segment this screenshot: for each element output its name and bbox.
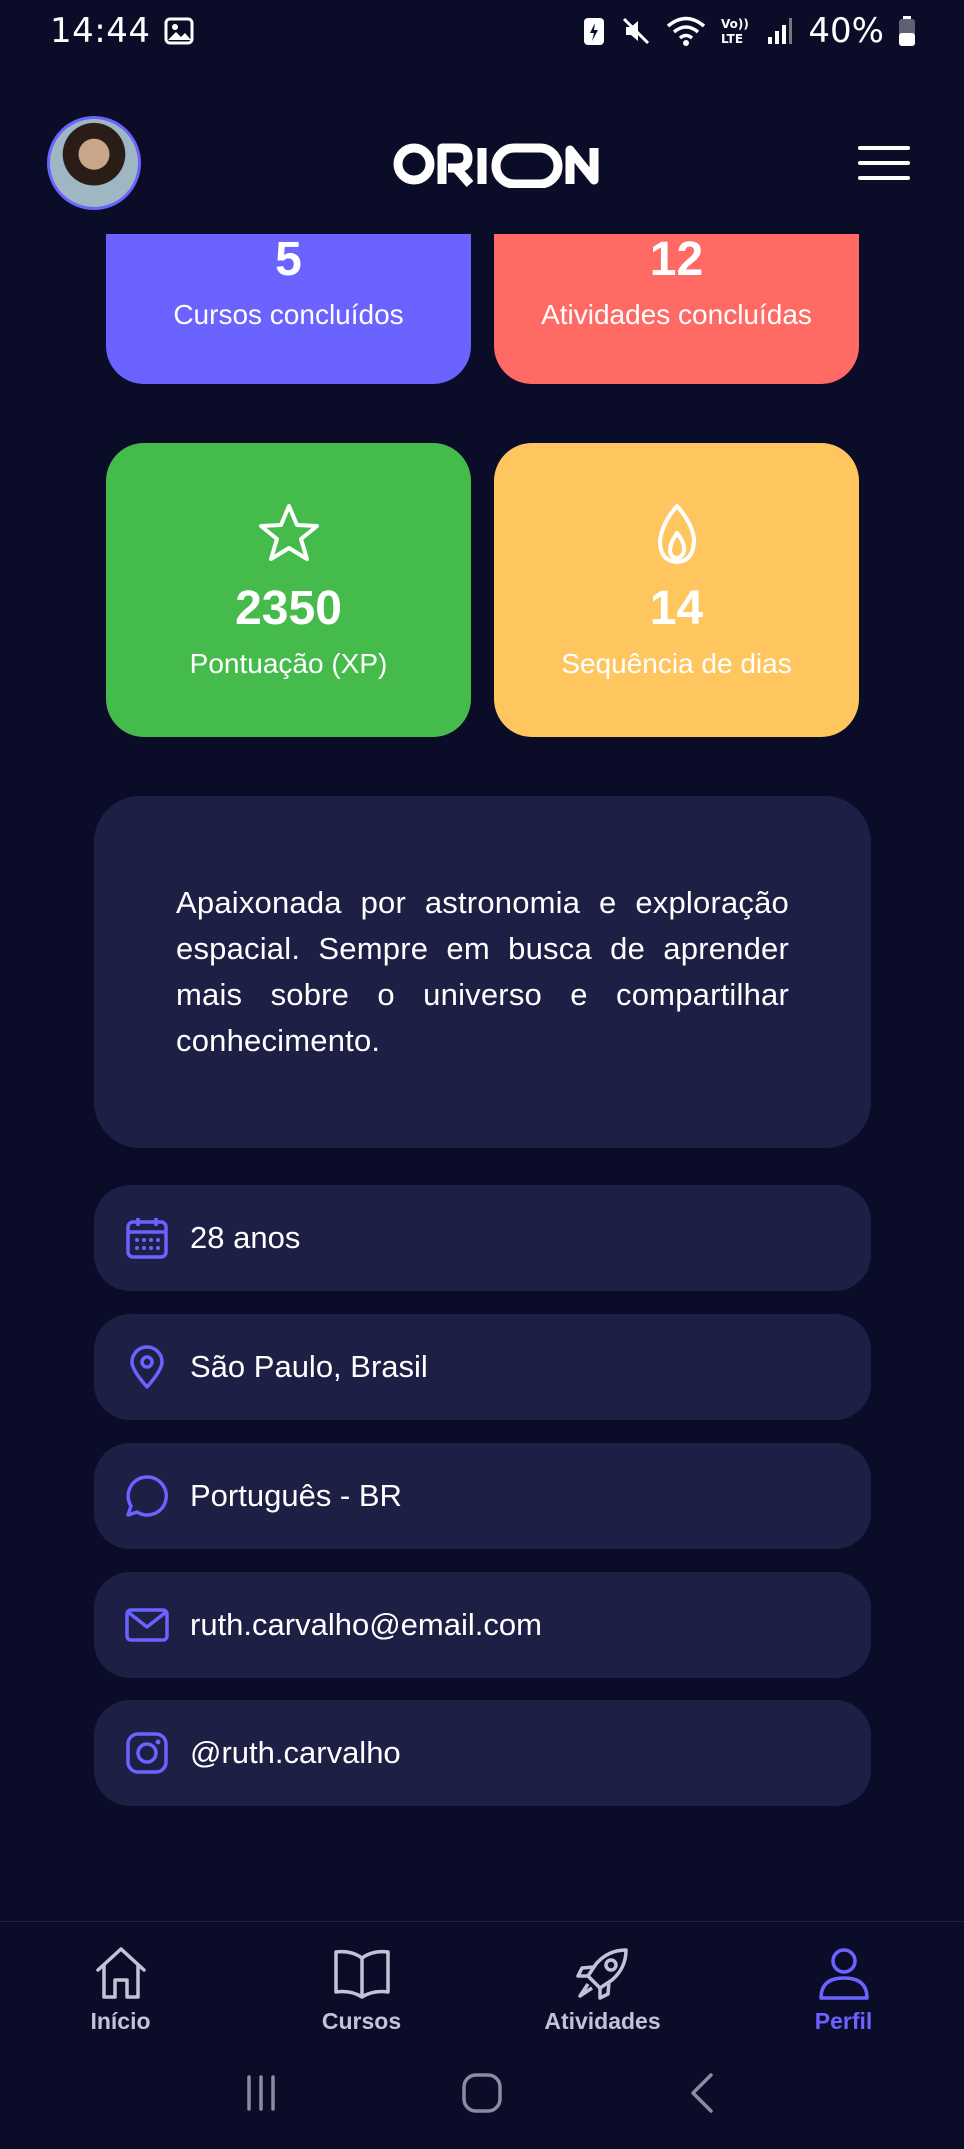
info-instagram-text[interactable]: @ruth.carvalho xyxy=(190,1735,401,1771)
bottom-nav: Início Cursos Atividades Perfil xyxy=(0,1921,964,2041)
signal-icon xyxy=(766,16,794,46)
bio-card: Apaixonada por astronomia e exploração e… xyxy=(94,796,871,1148)
info-row-instagram: @ruth.carvalho xyxy=(94,1700,871,1806)
battery-icon xyxy=(898,15,916,47)
points-label: Pontuação (XP) xyxy=(189,647,388,679)
battery-percent: 40% xyxy=(808,11,884,51)
battery-saver-icon xyxy=(582,15,606,47)
user-icon xyxy=(813,1942,875,2004)
menu-button[interactable] xyxy=(858,146,910,180)
status-bar: 14:44 Vo)) LTE 40% xyxy=(0,0,964,62)
info-email-text[interactable]: ruth.carvalho@email.com xyxy=(190,1607,542,1643)
instagram-icon xyxy=(124,1730,170,1776)
recent-apps-icon[interactable] xyxy=(239,2071,283,2120)
activities-completed-card: 12 Atividades concluídas xyxy=(494,233,859,384)
status-right: Vo)) LTE 40% xyxy=(582,11,916,51)
nav-item-inicio[interactable]: Início xyxy=(0,1922,241,2041)
book-icon xyxy=(331,1942,393,2004)
orion-logo xyxy=(392,140,600,189)
star-icon xyxy=(256,501,322,567)
volte-icon: Vo)) LTE xyxy=(720,15,752,47)
info-row-language: Português - BR xyxy=(94,1443,871,1549)
nav-label-cursos: Cursos xyxy=(321,2008,402,2034)
wifi-icon xyxy=(666,15,706,47)
info-location-text: São Paulo, Brasil xyxy=(190,1349,428,1384)
bio-text: Apaixonada por astronomia e exploração e… xyxy=(176,885,789,1058)
points-value: 2350 xyxy=(235,581,342,635)
avatar[interactable] xyxy=(47,116,141,210)
flame-icon xyxy=(644,501,710,567)
mute-icon xyxy=(620,15,652,47)
courses-completed-value: 5 xyxy=(275,233,302,286)
status-left: 14:44 xyxy=(50,11,194,51)
courses-completed-label: Cursos concluídos xyxy=(173,299,404,330)
svg-text:Vo)): Vo)) xyxy=(721,17,749,31)
back-icon[interactable] xyxy=(681,2071,725,2120)
nav-item-cursos[interactable]: Cursos xyxy=(241,1922,482,2041)
points-card: 2350 Pontuação (XP) xyxy=(106,443,471,737)
info-row-location: São Paulo, Brasil xyxy=(94,1314,871,1420)
nav-label-atividades: Atividades xyxy=(544,2008,661,2034)
home-button-icon[interactable] xyxy=(460,2071,504,2120)
rocket-icon xyxy=(572,1942,634,2004)
info-age-text: 28 anos xyxy=(190,1220,301,1255)
info-row-age: 28 anos xyxy=(94,1185,871,1291)
activities-completed-value: 12 xyxy=(649,233,704,286)
location-pin-icon xyxy=(124,1344,170,1390)
streak-label: Sequência de dias xyxy=(561,647,792,679)
courses-completed-card: 5 Cursos concluídos xyxy=(106,233,471,384)
nav-label-perfil: Perfil xyxy=(814,2008,873,2034)
info-language-text: Português - BR xyxy=(190,1478,402,1513)
mail-icon xyxy=(124,1602,170,1648)
app-header xyxy=(0,110,964,220)
streak-value: 14 xyxy=(649,581,704,635)
streak-card: 14 Sequência de dias xyxy=(494,443,859,737)
activities-completed-label: Atividades concluídas xyxy=(541,299,812,330)
svg-text:LTE: LTE xyxy=(721,32,743,46)
nav-label-inicio: Início xyxy=(90,2008,151,2034)
nav-item-perfil[interactable]: Perfil xyxy=(723,1922,964,2041)
menu-line xyxy=(858,161,910,165)
nav-item-atividades[interactable]: Atividades xyxy=(482,1922,723,2041)
chat-bubble-icon xyxy=(124,1473,170,1519)
menu-line xyxy=(858,146,910,150)
system-nav-bar xyxy=(0,2041,964,2149)
calendar-icon xyxy=(124,1215,170,1261)
home-icon xyxy=(90,1942,152,2004)
menu-line xyxy=(858,176,910,180)
info-row-email: ruth.carvalho@email.com xyxy=(94,1572,871,1678)
status-time: 14:44 xyxy=(50,11,151,51)
gallery-icon xyxy=(164,16,194,46)
